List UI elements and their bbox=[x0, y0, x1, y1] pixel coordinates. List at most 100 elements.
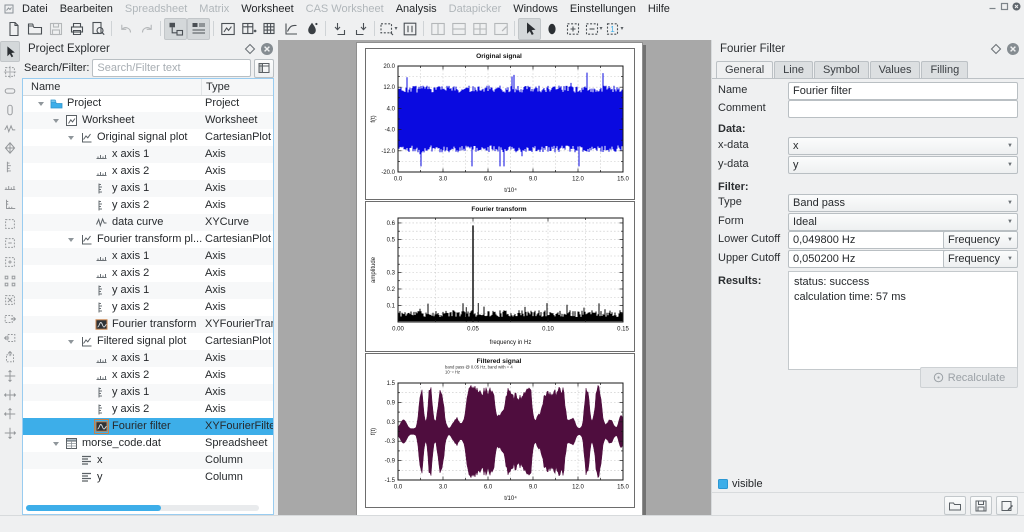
open-folder-button[interactable] bbox=[24, 19, 45, 39]
v-handle-button[interactable] bbox=[1, 100, 19, 119]
grid-dots-button[interactable] bbox=[1, 271, 19, 290]
menu-analysis[interactable]: Analysis bbox=[390, 2, 443, 16]
tree-horizontal-scrollbar[interactable] bbox=[26, 505, 259, 511]
export-corner-b-button[interactable] bbox=[350, 19, 371, 39]
save-settings-button[interactable] bbox=[970, 496, 992, 515]
save-as-default-button[interactable] bbox=[996, 496, 1018, 515]
menu-einstellungen[interactable]: Einstellungen bbox=[564, 2, 642, 16]
tree-row-x-axis-2[interactable]: x axis 2Axis bbox=[23, 367, 273, 384]
menu-hilfe[interactable]: Hilfe bbox=[642, 2, 676, 16]
box-arrow-up-button[interactable] bbox=[1, 347, 19, 366]
axis-corner-button[interactable] bbox=[1, 195, 19, 214]
diamond-shape-button[interactable] bbox=[1, 138, 19, 157]
upper-cutoff-spinbox[interactable]: 0,050200 Hz▲▼ bbox=[788, 250, 956, 268]
tree-row-y-axis-2[interactable]: y axis 2Axis bbox=[23, 299, 273, 316]
undo-button[interactable] bbox=[115, 19, 136, 39]
search-input[interactable] bbox=[92, 59, 251, 77]
cursor-select-button[interactable] bbox=[518, 18, 541, 40]
print-preview-button[interactable] bbox=[87, 19, 108, 39]
tree-row-data-curve[interactable]: data curveXYCurve bbox=[23, 214, 273, 231]
close-panel-icon[interactable] bbox=[260, 42, 274, 56]
tree-row-y[interactable]: yColumn bbox=[23, 469, 273, 486]
lower-cutoff-unit-combobox[interactable]: Frequency▼ bbox=[943, 231, 1018, 249]
tree-row-y-axis-1[interactable]: y axis 1Axis bbox=[23, 282, 273, 299]
tree-row-y-axis-1[interactable]: y axis 1Axis bbox=[23, 384, 273, 401]
fit-page-button[interactable] bbox=[399, 19, 420, 39]
tree-row-x[interactable]: xColumn bbox=[23, 452, 273, 469]
new-worksheet-button[interactable] bbox=[217, 19, 238, 39]
tree-row-x-axis-1[interactable]: x axis 1Axis bbox=[23, 248, 273, 265]
h-handle-button[interactable] bbox=[1, 81, 19, 100]
box-arrow-left-button[interactable] bbox=[1, 328, 19, 347]
axis-y-ticks-button[interactable] bbox=[1, 157, 19, 176]
tree-row-y-axis-2[interactable]: y axis 2Axis bbox=[23, 401, 273, 418]
new-matrix-button[interactable] bbox=[259, 19, 280, 39]
zoom-select-button[interactable]: ▾ bbox=[378, 19, 399, 39]
export-corner-a-button[interactable] bbox=[329, 19, 350, 39]
tree-row-morse-code-dat[interactable]: morse_code.datSpreadsheet bbox=[23, 435, 273, 452]
float-panel-icon[interactable] bbox=[989, 42, 1003, 56]
tree-row-fourier-transform-pl-[interactable]: Fourier transform pl...CartesianPlot bbox=[23, 231, 273, 248]
fourier-transform-plot[interactable]: 0.000.050.100.150.60.50.30.20.1Fourier t… bbox=[365, 201, 635, 352]
new-plot-button[interactable] bbox=[280, 19, 301, 39]
menu-datei[interactable]: Datei bbox=[16, 2, 54, 16]
lower-cutoff-spinbox[interactable]: 0,049800 Hz▲▼ bbox=[788, 231, 956, 249]
tab-general[interactable]: General bbox=[716, 61, 773, 79]
name-field[interactable] bbox=[788, 82, 1018, 100]
column-settings-button[interactable] bbox=[254, 59, 274, 78]
original-signal-plot[interactable]: 0.03.06.09.012.015.020.012.04.0-4.0-12.0… bbox=[365, 48, 635, 200]
menu-windows[interactable]: Windows bbox=[507, 2, 564, 16]
tab-values[interactable]: Values bbox=[870, 61, 921, 79]
tree-row-x-axis-2[interactable]: x axis 2Axis bbox=[23, 163, 273, 180]
crosshair-box-button[interactable] bbox=[1, 62, 19, 81]
color-drop-button[interactable] bbox=[301, 19, 322, 39]
scrollbar-thumb[interactable] bbox=[26, 505, 161, 511]
tab-line[interactable]: Line bbox=[774, 61, 813, 79]
expander-icon[interactable] bbox=[53, 442, 59, 446]
zoom-dash-a-button[interactable] bbox=[1, 214, 19, 233]
zoom-dash-c-button[interactable] bbox=[1, 252, 19, 271]
menu-bearbeiten[interactable]: Bearbeiten bbox=[54, 2, 119, 16]
filter-form-combobox[interactable]: Ideal▼ bbox=[788, 213, 1018, 231]
pan-navigate-button[interactable] bbox=[541, 19, 562, 39]
axis-x-ticks-button[interactable] bbox=[1, 176, 19, 195]
xdata-combobox[interactable]: x▼ bbox=[788, 137, 1018, 155]
save-button[interactable] bbox=[45, 19, 66, 39]
print-button[interactable] bbox=[66, 19, 87, 39]
layout-grid-button[interactable] bbox=[469, 19, 490, 39]
expander-icon[interactable] bbox=[38, 102, 44, 106]
float-panel-icon[interactable] bbox=[243, 42, 257, 56]
tree-row-x-axis-2[interactable]: x axis 2Axis bbox=[23, 265, 273, 282]
layout-edit-button[interactable] bbox=[490, 19, 511, 39]
tree-row-fourier-filter[interactable]: Fourier filterXYFourierFilte... bbox=[23, 418, 273, 435]
expander-icon[interactable] bbox=[53, 119, 59, 123]
new-spreadsheet-button[interactable] bbox=[238, 19, 259, 39]
tree-row-y-axis-2[interactable]: y axis 2Axis bbox=[23, 197, 273, 214]
tree-row-y-axis-1[interactable]: y axis 1Axis bbox=[23, 180, 273, 197]
menu-worksheet[interactable]: Worksheet bbox=[235, 2, 299, 16]
expander-icon[interactable] bbox=[68, 238, 74, 242]
tree-row-x-axis-1[interactable]: x axis 1Axis bbox=[23, 350, 273, 367]
tree-row-original-signal-plot[interactable]: Original signal plotCartesianPlot bbox=[23, 129, 273, 146]
tab-filling[interactable]: Filling bbox=[921, 61, 968, 79]
curve-squiggle-button[interactable] bbox=[1, 119, 19, 138]
tree-row-x-axis-1[interactable]: x axis 1Axis bbox=[23, 146, 273, 163]
minimize-window-icon[interactable] bbox=[988, 2, 997, 11]
expander-icon[interactable] bbox=[68, 136, 74, 140]
upper-cutoff-unit-combobox[interactable]: Frequency▼ bbox=[943, 250, 1018, 268]
tree-row-worksheet[interactable]: WorksheetWorksheet bbox=[23, 112, 273, 129]
tree-row-filtered-signal-plot[interactable]: Filtered signal plotCartesianPlot bbox=[23, 333, 273, 350]
new-document-button[interactable] bbox=[3, 19, 24, 39]
move-cross-b-button[interactable] bbox=[1, 385, 19, 404]
filter-type-combobox[interactable]: Band pass▼ bbox=[788, 194, 1018, 212]
box-arrow-right-button[interactable] bbox=[1, 309, 19, 328]
cursor-select-button[interactable] bbox=[0, 41, 20, 62]
move-cross-c-button[interactable] bbox=[1, 404, 19, 423]
zoom-box-in-button[interactable] bbox=[562, 19, 583, 39]
box-x-button[interactable] bbox=[1, 290, 19, 309]
recalculate-button[interactable]: Recalculate bbox=[920, 367, 1018, 388]
load-settings-button[interactable] bbox=[944, 496, 966, 515]
zoom-box-out-button[interactable]: ▾ bbox=[583, 19, 604, 39]
maximize-window-icon[interactable] bbox=[1000, 2, 1009, 11]
redo-button[interactable] bbox=[136, 19, 157, 39]
